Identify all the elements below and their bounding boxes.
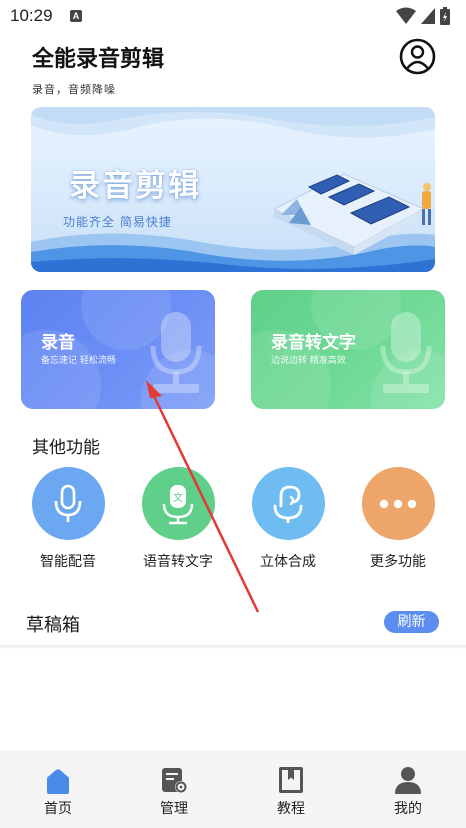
promo-banner[interactable]: 录音剪辑 功能齐全 简易快捷: [31, 107, 435, 272]
smart-dubbing-label: 智能配音: [40, 554, 96, 570]
tutorial-icon: [279, 767, 303, 793]
nav-item-profile[interactable]: 我的: [368, 766, 448, 818]
manage-icon: [162, 768, 187, 793]
nav-label-tutorial: 教程: [277, 801, 305, 817]
more-functions-label: 更多功能: [370, 554, 426, 570]
nav-icon-wrap: [18, 766, 98, 794]
more-functions-circle: [361, 467, 435, 540]
microphone-icon: [150, 312, 202, 393]
nav-label-profile: 我的: [394, 801, 422, 817]
refresh-button[interactable]: 刷新: [384, 611, 439, 633]
record-card-subtitle: 备忘速记 轻松流畅: [41, 356, 116, 366]
stereo-synthesis-button[interactable]: 立体合成: [238, 467, 338, 571]
nav-icon-wrap: [251, 766, 331, 794]
voice-to-text-circle: 文: [141, 467, 215, 540]
app-subtitle: 录音，音频降噪: [32, 83, 116, 96]
speech-to-text-card-title: 录音转文字: [271, 333, 356, 353]
more-functions-button[interactable]: 更多功能: [348, 467, 448, 571]
text-microphone-icon: 文: [162, 484, 194, 524]
nav-item-tutorial[interactable]: 教程: [251, 766, 331, 818]
nav-icon-wrap: [134, 766, 214, 794]
microphone-icon: [54, 484, 82, 522]
status-bar: 10:29 A: [0, 0, 466, 34]
battery-icon: [440, 7, 450, 25]
notification-a-icon: A: [70, 10, 82, 22]
nav-item-manage[interactable]: 管理: [134, 766, 214, 818]
nav-label-manage: 管理: [160, 801, 188, 817]
nav-item-home[interactable]: 首页: [18, 766, 98, 818]
bottom-nav: 首页 管理 教程 我的: [0, 750, 466, 828]
status-icons: [396, 7, 450, 25]
banner-title: 录音剪辑: [69, 168, 201, 204]
home-icon: [47, 769, 69, 794]
microphone-icon: [380, 312, 432, 393]
nav-icon-wrap: [368, 766, 448, 794]
signal-icon: [421, 8, 435, 24]
stereo-synthesis-circle: [251, 467, 325, 540]
record-card-title: 录音: [41, 333, 75, 353]
speech-to-text-card-subtitle: 边说边转 精准高效: [271, 356, 346, 366]
user-circle-icon: [399, 38, 436, 75]
smart-dubbing-button[interactable]: 智能配音: [18, 467, 118, 571]
other-functions-title: 其他功能: [32, 438, 100, 458]
svg-text:文: 文: [173, 491, 183, 504]
wifi-icon: [396, 7, 416, 24]
speech-to-text-card[interactable]: 录音转文字 边说边转 精准高效: [251, 290, 445, 409]
status-time: 10:29: [10, 6, 53, 25]
nav-label-home: 首页: [44, 801, 72, 817]
record-card[interactable]: 录音 备忘速记 轻松流畅: [21, 290, 215, 409]
voice-to-text-button[interactable]: 文 语音转文字: [128, 467, 228, 571]
voice-to-text-label: 语音转文字: [143, 554, 213, 570]
profile-icon: [395, 767, 421, 794]
drafts-title: 草稿箱: [26, 615, 80, 636]
stereo-synthesis-label: 立体合成: [260, 554, 316, 570]
profile-button[interactable]: [399, 38, 436, 75]
smart-dubbing-circle: [31, 467, 105, 540]
more-dots-icon: [379, 499, 417, 508]
banner-tagline: 功能齐全 简易快捷: [63, 215, 172, 229]
drafts-divider: [0, 645, 466, 649]
stereo-icon: [273, 485, 303, 523]
solar-panel-illustration: [272, 173, 431, 255]
app-title: 全能录音剪辑: [32, 47, 165, 72]
